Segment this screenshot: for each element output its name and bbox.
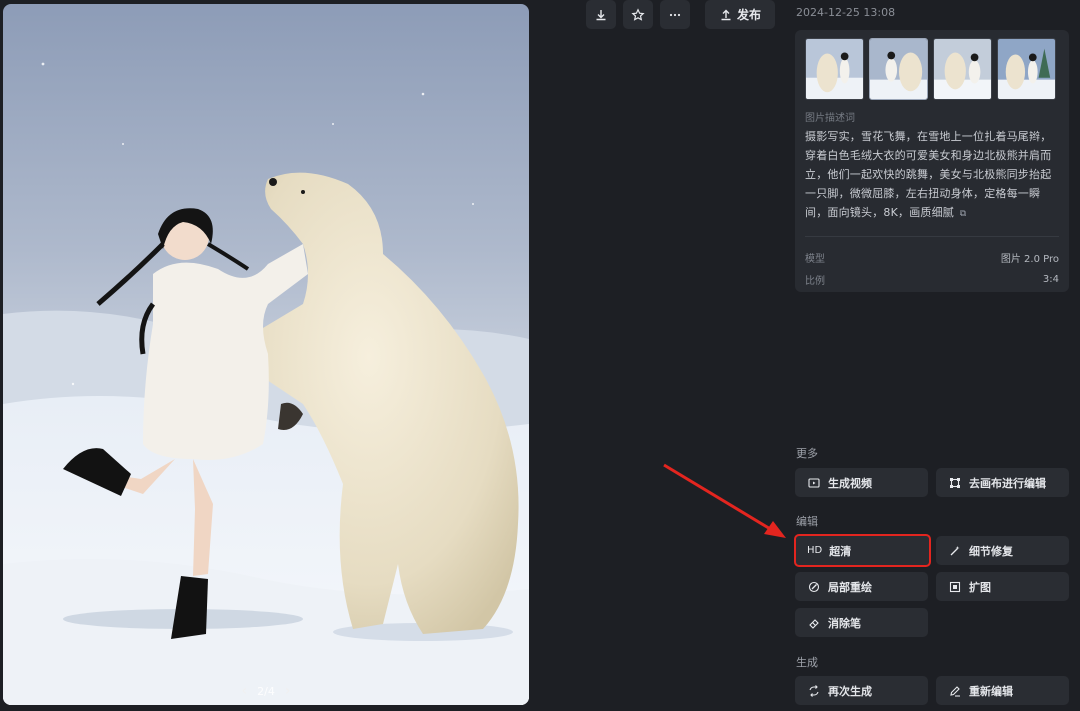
- download-icon: [596, 9, 606, 20]
- generated-image: [3, 4, 529, 705]
- thumbnail-1[interactable]: [805, 38, 864, 100]
- prompt-content: 摄影写实，雪花飞舞，在雪地上一位扎着马尾辫，穿着白色毛绒大衣的可爱美女和身边北极…: [805, 130, 1052, 219]
- image-pager: ‹ 2/4 ›: [3, 683, 529, 699]
- thumbnail-image: [870, 39, 927, 99]
- eraser-icon: [807, 616, 821, 630]
- model-label: 模型: [805, 253, 825, 265]
- download-button[interactable]: [586, 0, 616, 29]
- generate-video-label: 生成视频: [828, 476, 872, 490]
- brush-icon: [807, 580, 821, 594]
- regenerate-label: 再次生成: [828, 684, 872, 698]
- ratio-label: 比例: [805, 275, 825, 287]
- detail-fix-button[interactable]: 细节修复: [936, 536, 1069, 565]
- divider: [805, 236, 1059, 237]
- thumbnail-image: [998, 39, 1055, 99]
- section-generate-title: 生成: [796, 656, 818, 669]
- upload-icon: [721, 9, 731, 20]
- generate-video-button[interactable]: 生成视频: [795, 468, 928, 497]
- video-icon: [807, 476, 821, 490]
- model-value: 图片 2.0 Pro: [1000, 253, 1059, 265]
- canvas-edit-button[interactable]: 去画布进行编辑: [936, 468, 1069, 497]
- eraser-label: 消除笔: [828, 616, 861, 630]
- partial-redraw-button[interactable]: 局部重绘: [795, 572, 928, 601]
- publish-label: 发布: [737, 8, 762, 22]
- chevron-left-icon[interactable]: ‹: [242, 683, 248, 699]
- chevron-right-icon[interactable]: ›: [285, 683, 291, 699]
- partial-redraw-label: 局部重绘: [828, 580, 872, 594]
- regenerate-button[interactable]: 再次生成: [795, 676, 928, 705]
- magic-wand-icon: [948, 544, 962, 558]
- favorite-button[interactable]: [623, 0, 653, 29]
- pager-count: 2/4: [257, 684, 275, 698]
- section-more-title: 更多: [796, 447, 818, 460]
- prompt-text: 摄影写实，雪花飞舞，在雪地上一位扎着马尾辫，穿着白色毛绒大衣的可爱美女和身边北极…: [805, 127, 1059, 224]
- re-edit-label: 重新编辑: [969, 684, 1013, 698]
- info-card: 图片描述词 摄影写实，雪花飞舞，在雪地上一位扎着马尾辫，穿着白色毛绒大衣的可爱美…: [795, 30, 1069, 292]
- expand-image-button[interactable]: 扩图: [936, 572, 1069, 601]
- canvas-icon: [948, 476, 962, 490]
- main-image-viewer[interactable]: ‹ 2/4 ›: [3, 4, 529, 705]
- expand-icon: [948, 580, 962, 594]
- hd-icon: HD: [807, 545, 823, 556]
- star-icon: [631, 7, 645, 21]
- thumbnail-3[interactable]: [933, 38, 992, 100]
- pencil-icon: [948, 684, 962, 698]
- refresh-icon: [807, 684, 821, 698]
- thumbnail-4[interactable]: [997, 38, 1056, 100]
- ratio-value: 3:4: [1042, 273, 1059, 285]
- super-resolution-label: 超清: [829, 544, 852, 558]
- section-edit-title: 编辑: [796, 515, 818, 528]
- canvas-edit-label: 去画布进行编辑: [969, 476, 1046, 490]
- thumbnail-image: [806, 39, 863, 99]
- model-row: 模型 图片 2.0 Pro: [805, 246, 1059, 268]
- expand-image-label: 扩图: [969, 580, 991, 594]
- generation-timestamp: 2024-12-25 13:08: [796, 6, 896, 19]
- image-toolbar: 发布: [586, 0, 776, 30]
- more-button[interactable]: [660, 0, 690, 29]
- copy-icon[interactable]: ⧉: [960, 205, 967, 224]
- more-icon: [669, 13, 681, 16]
- thumbnail-2[interactable]: [869, 38, 928, 100]
- app-root: ‹ 2/4 › 发布 2024-12-25 13:08 图片描述词 摄影写实，雪…: [0, 0, 1080, 711]
- ratio-row: 比例 3:4: [805, 268, 1059, 290]
- thumbnail-strip: [805, 38, 1059, 100]
- re-edit-button[interactable]: 重新编辑: [936, 676, 1069, 705]
- super-resolution-button[interactable]: HD 超清: [794, 534, 931, 567]
- eraser-button[interactable]: 消除笔: [795, 608, 928, 637]
- detail-fix-label: 细节修复: [969, 544, 1013, 558]
- thumbnail-image: [934, 39, 991, 99]
- prompt-label: 图片描述词: [805, 113, 855, 124]
- publish-button[interactable]: 发布: [705, 0, 776, 29]
